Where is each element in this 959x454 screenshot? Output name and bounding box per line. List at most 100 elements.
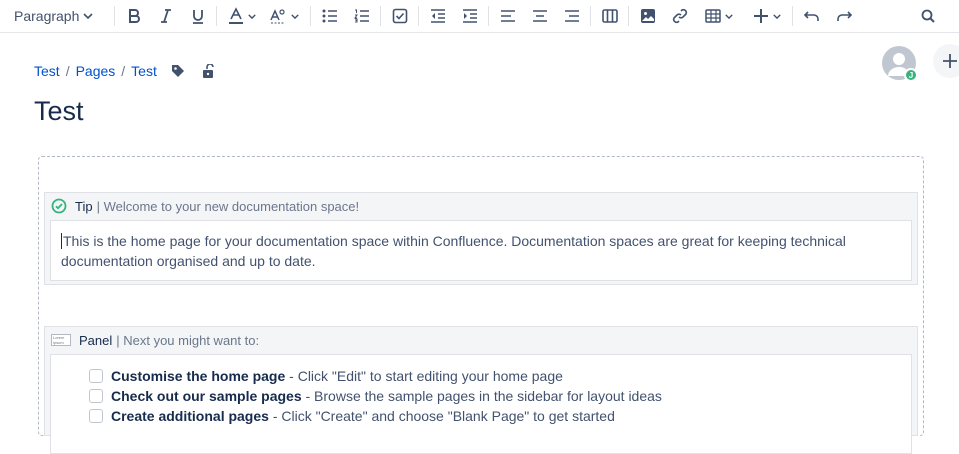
tip-macro[interactable]: Tip | Welcome to your new documentation … (44, 192, 918, 285)
chevron-down-icon (291, 13, 299, 19)
insert-image-button[interactable] (636, 4, 660, 28)
toolbar-divider (418, 6, 419, 26)
text-style-icon (270, 9, 285, 24)
search-icon (921, 9, 935, 23)
insert-table-button[interactable] (700, 4, 738, 28)
task-item: Create additional pages - Click "Create"… (89, 406, 911, 426)
panel-macro[interactable]: Lorem ipsum Panel | Next you might want … (44, 326, 918, 454)
find-replace-button[interactable] (916, 4, 940, 28)
indent-button[interactable] (458, 4, 482, 28)
breadcrumb: Test / Pages / Test (34, 63, 215, 79)
table-icon (705, 9, 721, 23)
numbered-list-icon (354, 9, 369, 23)
text-style-button[interactable] (266, 4, 302, 28)
chevron-down-icon (773, 13, 781, 19)
breadcrumb-pages-link[interactable]: Pages (76, 63, 116, 79)
editor-toolbar: Paragraph (0, 0, 959, 33)
link-icon (672, 8, 688, 24)
text-color-icon (229, 7, 243, 24)
breadcrumb-space-link[interactable]: Test (34, 63, 60, 79)
align-center-button[interactable] (528, 4, 552, 28)
macro-params: | Next you might want to: (116, 332, 260, 348)
italic-button[interactable] (154, 4, 178, 28)
indent-icon (463, 9, 477, 23)
breadcrumb-page-link[interactable]: Test (131, 63, 157, 79)
align-right-button[interactable] (560, 4, 584, 28)
tag-icon (171, 65, 184, 77)
toolbar-divider (628, 6, 629, 26)
task-description: - Browse the sample pages in the sidebar… (301, 388, 662, 404)
underline-button[interactable] (186, 4, 210, 28)
task-title: Customise the home page (111, 368, 286, 384)
align-left-button[interactable] (496, 4, 520, 28)
undo-button[interactable] (800, 4, 824, 28)
task-item: Check out our sample pages - Browse the … (89, 386, 911, 406)
underline-icon (193, 10, 203, 24)
insert-icon (754, 9, 768, 23)
text-cursor (61, 233, 62, 249)
toolbar-divider (114, 6, 115, 26)
toolbar-divider (488, 6, 489, 26)
macro-params: | Welcome to your new documentation spac… (96, 198, 360, 214)
plus-icon (943, 54, 957, 68)
task-list-button[interactable] (388, 4, 412, 28)
unlock-icon (202, 64, 214, 78)
macro-header: Tip | Welcome to your new documentation … (45, 193, 917, 219)
task-checkbox[interactable] (89, 369, 103, 383)
page-title[interactable]: Test (34, 96, 84, 127)
undo-icon (804, 11, 819, 21)
task-text: Customise the home page - Click "Edit" t… (111, 368, 563, 384)
align-center-icon (533, 10, 547, 22)
paragraph-style-dropdown[interactable]: Paragraph (8, 4, 106, 28)
tip-macro-body[interactable]: This is the home page for your documenta… (50, 220, 912, 281)
image-icon (641, 9, 655, 23)
text-color-button[interactable] (224, 4, 260, 28)
breadcrumb-separator: / (121, 63, 126, 79)
bold-icon (129, 9, 140, 23)
page-layout-button[interactable] (598, 4, 622, 28)
task-title: Check out our sample pages (111, 388, 302, 404)
outdent-icon (431, 9, 445, 23)
chevron-down-icon (725, 13, 733, 19)
task-checkbox[interactable] (89, 409, 103, 423)
task-checkbox[interactable] (89, 389, 103, 403)
task-description: - Click "Create" and choose "Blank Page"… (268, 408, 615, 424)
check-circle-icon (51, 198, 67, 214)
bullet-list-button[interactable] (318, 4, 342, 28)
breadcrumb-separator: / (65, 63, 70, 79)
numbered-list-button[interactable] (350, 4, 374, 28)
restrictions-button[interactable] (201, 64, 215, 78)
avatar-presence-badge: J (904, 68, 918, 82)
toolbar-divider (590, 6, 591, 26)
panel-macro-icon: Lorem ipsum (51, 334, 71, 346)
panel-macro-body[interactable]: Customise the home page - Click "Edit" t… (50, 354, 912, 454)
toolbar-divider (216, 6, 217, 26)
toolbar-divider (310, 6, 311, 26)
toolbar-divider (792, 6, 793, 26)
macro-header: Lorem ipsum Panel | Next you might want … (45, 327, 917, 353)
bullet-list-icon (322, 9, 337, 23)
redo-icon (837, 11, 852, 21)
align-left-icon (501, 10, 515, 22)
task-text: Check out our sample pages - Browse the … (111, 388, 662, 404)
macro-name: Panel (79, 332, 113, 348)
layout-icon (602, 9, 618, 23)
macro-name: Tip (75, 198, 93, 214)
insert-more-button[interactable] (748, 4, 786, 28)
task-title: Create additional pages (111, 408, 269, 424)
insert-link-button[interactable] (668, 4, 692, 28)
tip-text: This is the home page for your documenta… (61, 233, 846, 269)
invite-button[interactable] (933, 44, 959, 78)
paragraph-style-label: Paragraph (14, 8, 80, 24)
toolbar-divider (380, 6, 381, 26)
outdent-button[interactable] (426, 4, 450, 28)
align-right-icon (565, 10, 579, 22)
redo-button[interactable] (832, 4, 856, 28)
bold-button[interactable] (122, 4, 146, 28)
task-text: Create additional pages - Click "Create"… (111, 408, 615, 424)
chevron-down-icon (248, 13, 256, 19)
chevron-down-icon (83, 13, 93, 19)
task-list-icon (392, 8, 408, 24)
task-item: Customise the home page - Click "Edit" t… (89, 366, 911, 386)
labels-button[interactable] (171, 64, 185, 78)
